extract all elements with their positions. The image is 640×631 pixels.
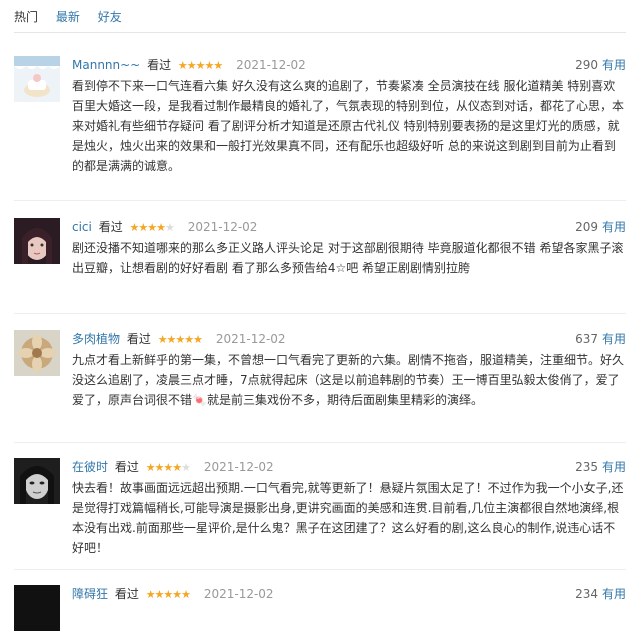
vote-count: 235 xyxy=(575,460,598,474)
review-meta: 在彼时 看过 ★★★★★ 2021-12-02 xyxy=(72,458,274,476)
review-meta: 障碍狂 看过 ★★★★★ 2021-12-02 xyxy=(72,585,274,603)
vote-count: 234 xyxy=(575,587,598,601)
tab-friends[interactable]: 好友 xyxy=(98,10,122,24)
useful-button[interactable]: 有用 xyxy=(602,587,626,601)
review-meta: 多肉植物 看过 ★★★★★ 2021-12-02 xyxy=(72,330,286,348)
username-link[interactable]: cici xyxy=(72,220,92,234)
tabs-divider xyxy=(14,32,626,33)
username-link[interactable]: 多肉植物 xyxy=(72,332,120,346)
watched-label: 看过 xyxy=(98,220,123,234)
review-date: 2021-12-02 xyxy=(236,58,306,72)
useful-button[interactable]: 有用 xyxy=(602,332,626,346)
tab-latest[interactable]: 最新 xyxy=(56,10,80,24)
useful-button[interactable]: 有用 xyxy=(602,460,626,474)
vote-area: 290 有用 xyxy=(575,56,626,73)
review-item: 在彼时 看过 ★★★★★ 2021-12-02 235 有用 快去看！故事画面远远… xyxy=(14,458,626,555)
review-content: 快去看！故事画面远远超出预期.一口气看完,就等更新了！悬疑片氛围太足了！不过作为… xyxy=(72,481,624,555)
avatar[interactable] xyxy=(14,458,60,504)
watched-label: 看过 xyxy=(126,332,151,346)
avatar[interactable] xyxy=(14,330,60,376)
review-content: 九点才看上新鲜乎的第一集，不曾想一口气看完了更新的六集。剧情不拖沓，服道精美，注… xyxy=(72,353,625,407)
vote-count: 209 xyxy=(575,220,598,234)
vote-area: 209 有用 xyxy=(575,218,626,235)
useful-button[interactable]: 有用 xyxy=(602,220,626,234)
rating-stars: ★★★★★ xyxy=(145,461,191,474)
rating-stars: ★★★★★ xyxy=(145,588,191,601)
vote-area: 235 有用 xyxy=(575,458,626,475)
review-content: 剧还没播不知道哪来的那么多正义路人评头论足 对于这部剧很期待 毕竟服道化都很不错… xyxy=(72,241,624,275)
watched-label: 看过 xyxy=(114,460,139,474)
review-divider xyxy=(14,569,626,570)
useful-button[interactable]: 有用 xyxy=(602,58,626,72)
review-item: 多肉植物 看过 ★★★★★ 2021-12-02 637 有用 九点才看上新鲜乎的… xyxy=(14,330,626,420)
vote-count: 637 xyxy=(575,332,598,346)
avatar[interactable] xyxy=(14,218,60,264)
review-meta: Mannnn~~ 看过 ★★★★★ 2021-12-02 xyxy=(72,56,306,74)
review-date: 2021-12-02 xyxy=(203,460,274,474)
username-link[interactable]: Mannnn~~ xyxy=(72,58,140,72)
rating-stars: ★★★★★ xyxy=(177,59,223,72)
rating-stars: ★★★★★ xyxy=(129,221,175,234)
tab-bar: 热门 最新 好友 xyxy=(14,8,136,28)
review-divider xyxy=(14,313,626,314)
watched-label: 看过 xyxy=(114,587,139,601)
avatar[interactable] xyxy=(14,585,60,631)
review-meta: cici 看过 ★★★★★ 2021-12-02 xyxy=(72,218,257,236)
review-date: 2021-12-02 xyxy=(203,587,274,601)
tab-hot[interactable]: 热门 xyxy=(14,10,38,24)
watched-label: 看过 xyxy=(147,58,172,72)
vote-area: 637 有用 xyxy=(575,330,626,347)
username-link[interactable]: 在彼时 xyxy=(72,460,108,474)
vote-area: 234 有用 xyxy=(575,585,626,602)
review-item: cici 看过 ★★★★★ 2021-12-02 209 有用 剧还没播不知道哪来… xyxy=(14,218,626,288)
vote-count: 290 xyxy=(575,58,598,72)
username-link[interactable]: 障碍狂 xyxy=(72,587,108,601)
review-date: 2021-12-02 xyxy=(187,220,258,234)
review-divider xyxy=(14,200,626,201)
review-item: Mannnn~~ 看过 ★★★★★ 2021-12-02 290 有用 看到停不下… xyxy=(14,56,626,173)
review-date: 2021-12-02 xyxy=(215,332,286,346)
avatar[interactable] xyxy=(14,56,60,102)
review-item: 障碍狂 看过 ★★★★★ 2021-12-02 234 有用 xyxy=(14,585,626,631)
rating-stars: ★★★★★ xyxy=(157,333,203,346)
review-content: 看到停不下来一口气连看六集 好久没有这么爽的追剧了，节奏紧凑 全员演技在线 服化… xyxy=(72,79,625,173)
review-divider xyxy=(14,442,626,443)
